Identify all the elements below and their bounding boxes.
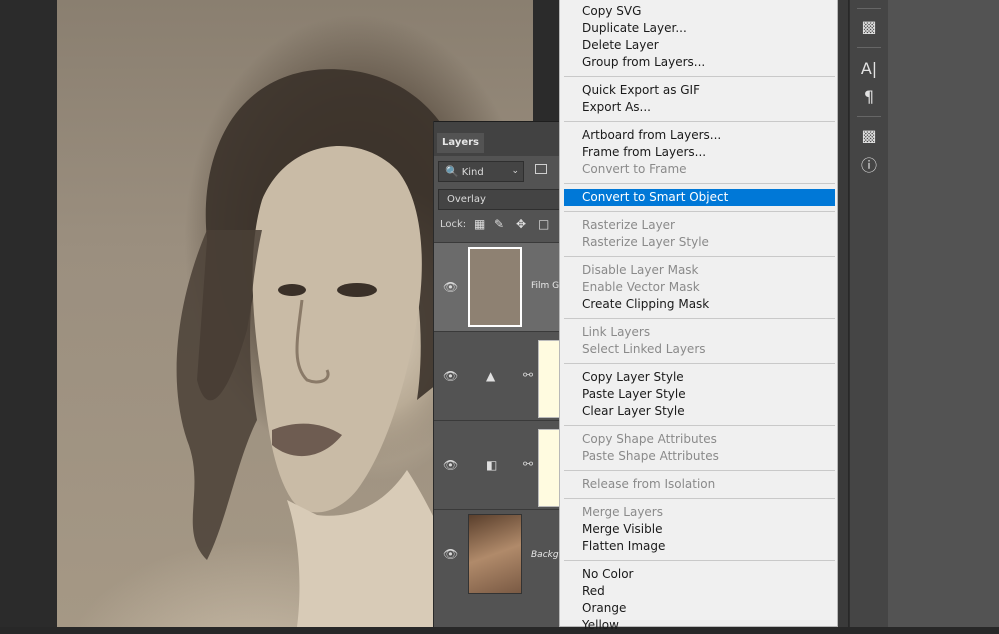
menu-separator [564,256,835,257]
link-chain-icon[interactable]: ⚯ [523,457,533,471]
layer-thumbnail [468,247,522,327]
layer-name[interactable]: Backgr [531,550,562,560]
menu-item-paste-shape-attributes[interactable]: Paste Shape Attributes [564,448,835,465]
menu-item-disable-layer-mask[interactable]: Disable Layer Mask [564,262,835,279]
lock-transparent-icon[interactable]: ▦ [474,217,485,231]
character-icon[interactable]: A| [850,59,888,79]
panel-icon-strip: ▩ A| ¶ ▩ ⓘ [849,0,889,627]
lock-artboard-icon[interactable]: □ [538,217,549,231]
layer-row-gradient-map[interactable]: 👁 ◧ ⚯ [434,420,562,509]
visibility-eye-icon[interactable]: 👁 [443,458,458,472]
menu-item-merge-layers[interactable]: Merge Layers [564,504,835,521]
kind-filter-label: Kind [461,167,484,178]
lock-position-icon[interactable]: ✥ [516,217,526,231]
pixel-layer-filter-icon[interactable] [535,164,547,174]
right-panel-area [888,0,999,627]
menu-item-yellow[interactable]: Yellow [564,617,835,634]
menu-item-delete-layer[interactable]: Delete Layer [564,37,835,54]
menu-separator [564,470,835,471]
menu-item-release-from-isolation[interactable]: Release from Isolation [564,476,835,493]
menu-item-rasterize-layer[interactable]: Rasterize Layer [564,217,835,234]
menu-item-clear-layer-style[interactable]: Clear Layer Style [564,403,835,420]
menu-separator [564,318,835,319]
menu-item-enable-vector-mask[interactable]: Enable Vector Mask [564,279,835,296]
paragraph-icon[interactable]: ¶ [850,87,888,107]
layers-tabbar: Layers [434,121,561,156]
menu-item-copy-layer-style[interactable]: Copy Layer Style [564,369,835,386]
menu-item-group-from-layers[interactable]: Group from Layers... [564,54,835,71]
menu-item-red[interactable]: Red [564,583,835,600]
menu-item-copy-svg[interactable]: Copy SVG [564,3,835,20]
menu-item-frame-from-layers[interactable]: Frame from Layers... [564,144,835,161]
menu-separator [564,121,835,122]
search-icon: 🔍 [445,165,459,178]
menu-item-no-color[interactable]: No Color [564,566,835,583]
gradient-map-adjustment-icon: ◧ [486,458,498,472]
menu-separator [564,363,835,364]
link-chain-icon[interactable]: ⚯ [523,368,533,382]
menu-item-rasterize-layer-style[interactable]: Rasterize Layer Style [564,234,835,251]
menu-item-copy-shape-attributes[interactable]: Copy Shape Attributes [564,431,835,448]
menu-item-quick-export-as-gif[interactable]: Quick Export as GIF [564,82,835,99]
divider [857,47,881,48]
visibility-eye-icon[interactable]: 👁 [443,369,458,383]
lock-brush-icon[interactable]: ✎ [494,217,504,231]
menu-separator [564,211,835,212]
lock-label: Lock: [440,219,467,230]
layer-thumbnail [468,514,522,594]
menu-item-create-clipping-mask[interactable]: Create Clipping Mask [564,296,835,313]
divider [857,116,881,117]
kind-filter-select[interactable]: 🔍 Kind ⌄ [438,161,524,182]
divider [857,8,881,9]
context-menu: Copy SVG Duplicate Layer... Delete Layer Gr… [559,0,838,632]
3d-materials-icon[interactable]: ▩ [850,126,888,146]
menu-item-export-as[interactable]: Export As... [564,99,835,116]
visibility-eye-icon[interactable]: 👁 [443,280,458,294]
tab-layers[interactable]: Layers [437,133,484,153]
layers-panel: Layers 🔍 Kind ⌄ Overlay Lock: ▦ ✎ ✥ □ 👁 F… [433,121,563,627]
layer-row-background[interactable]: 👁 Backgr [434,509,562,598]
menu-separator [564,183,835,184]
visibility-eye-icon[interactable]: 👁 [443,547,458,561]
menu-item-orange[interactable]: Orange [564,600,835,617]
menu-item-link-layers[interactable]: Link Layers [564,324,835,341]
menu-item-artboard-from-layers[interactable]: Artboard from Layers... [564,127,835,144]
menu-item-merge-visible[interactable]: Merge Visible [564,521,835,538]
layer-row-levels[interactable]: 👁 ▲ ⚯ [434,331,562,420]
blend-mode-select[interactable]: Overlay [438,189,561,210]
menu-separator [564,560,835,561]
menu-item-flatten-image[interactable]: Flatten Image [564,538,835,555]
info-icon[interactable]: ⓘ [850,156,888,176]
menu-item-select-linked-layers[interactable]: Select Linked Layers [564,341,835,358]
menu-item-convert-to-smart-object[interactable]: Convert to Smart Object [564,189,835,206]
menu-item-duplicate-layer[interactable]: Duplicate Layer... [564,20,835,37]
clone-source-icon[interactable]: ▩ [850,17,888,37]
menu-item-paste-layer-style[interactable]: Paste Layer Style [564,386,835,403]
levels-adjustment-icon: ▲ [486,369,496,383]
menu-separator [564,498,835,499]
menu-separator [564,76,835,77]
menu-separator [564,425,835,426]
panel-gutter [838,0,848,627]
chevron-down-icon: ⌄ [511,166,519,176]
menu-item-convert-to-frame[interactable]: Convert to Frame [564,161,835,178]
layer-row-film-grain[interactable]: 👁 Film Gr [434,242,563,331]
